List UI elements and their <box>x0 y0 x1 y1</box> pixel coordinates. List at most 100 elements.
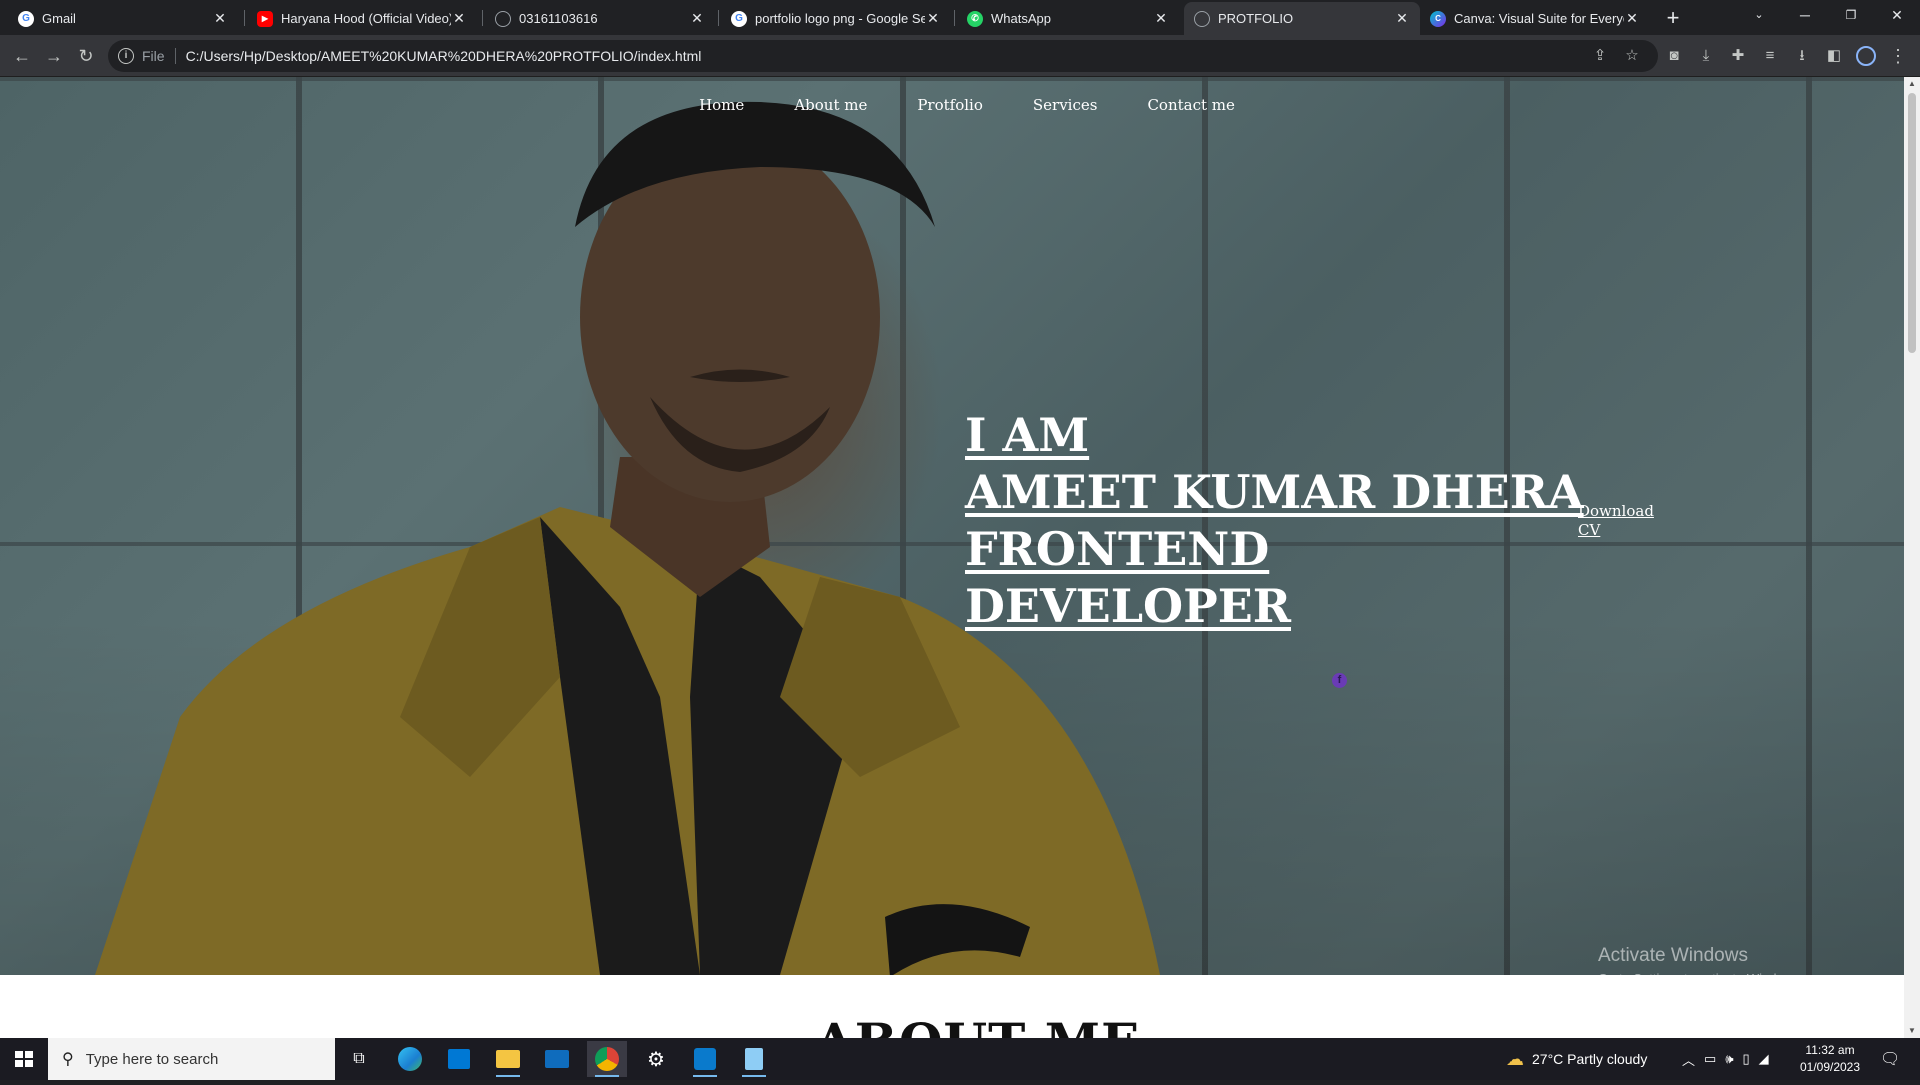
close-icon[interactable]: ✕ <box>1153 10 1169 27</box>
address-scheme: File <box>142 48 176 64</box>
media-control-icon[interactable]: ≡ <box>1756 42 1784 70</box>
headline-line-1: I AM <box>965 408 1090 462</box>
tab-title: WhatsApp <box>991 11 1051 26</box>
clock-time: 11:32 am <box>1805 1043 1855 1057</box>
nav-home[interactable]: Home <box>699 96 744 114</box>
weather-cloud-icon: ☁ <box>1506 1048 1524 1069</box>
tab-whatsapp[interactable]: ✆ WhatsApp ✕ <box>957 2 1179 35</box>
menu-icon[interactable]: ⋮ <box>1884 42 1912 70</box>
weather-text: 27°C Partly cloudy <box>1532 1051 1648 1067</box>
settings-icon[interactable]: ⚙ <box>636 1041 676 1077</box>
new-tab-button[interactable]: + <box>1659 5 1687 33</box>
store-icon[interactable] <box>439 1041 479 1077</box>
task-view-icon[interactable]: ⧉ <box>339 1041 379 1077</box>
battery-icon[interactable]: ▯ <box>1743 1051 1750 1067</box>
tab-title: portfolio logo png - Google Sea <box>755 11 925 26</box>
tab-portfolio[interactable]: PROTFOLIO ✕ <box>1184 2 1420 35</box>
close-icon[interactable]: ✕ <box>1394 10 1410 27</box>
tab-strip: G Gmail ✕ ▶ Haryana Hood (Official Video… <box>0 0 1920 35</box>
downloads-icon[interactable]: ⭳ <box>1788 42 1816 70</box>
restore-button[interactable]: ❐ <box>1828 0 1874 32</box>
tray-chevron-icon[interactable]: ︿ <box>1682 1050 1695 1069</box>
download-cv-link[interactable]: Download CV <box>1578 502 1658 540</box>
search-icon: ⚲ <box>62 1051 74 1068</box>
tab-number[interactable]: 03161103616 ✕ <box>485 2 715 35</box>
close-icon[interactable]: ✕ <box>451 10 467 27</box>
google-icon: G <box>18 10 34 27</box>
close-icon[interactable]: ✕ <box>925 10 941 27</box>
extensions-icon[interactable]: ✚ <box>1724 42 1752 70</box>
canva-icon: C <box>1430 10 1446 27</box>
nav-about[interactable]: About me <box>794 96 867 114</box>
tab-search-icon[interactable]: ⌄ <box>1736 0 1782 32</box>
tab-title: Haryana Hood (Official Video) I <box>281 11 451 26</box>
google-icon: G <box>731 10 747 27</box>
browser-toolbar: ← → ↻ i File C:/Users/Hp/Desktop/AMEET%2… <box>0 35 1920 77</box>
file-explorer-icon[interactable] <box>488 1041 528 1077</box>
close-icon[interactable]: ✕ <box>212 10 228 27</box>
main-nav: Home About me Protfolio Services Contact… <box>0 77 1904 133</box>
watermark-subtitle: Go to Settings to activate Windows. <box>1598 971 1804 986</box>
globe-icon <box>495 10 511 27</box>
back-button[interactable]: ← <box>8 42 36 70</box>
tab-google-search[interactable]: G portfolio logo png - Google Sea ✕ <box>721 2 951 35</box>
info-icon[interactable]: i <box>118 48 134 64</box>
weather-widget[interactable]: ☁ 27°C Partly cloudy <box>1506 1038 1647 1080</box>
windows-logo-icon <box>15 1051 33 1067</box>
whatsapp-icon: ✆ <box>967 10 983 27</box>
vscode-icon[interactable] <box>685 1041 725 1077</box>
about-heading: ABOUT ME <box>815 1012 1140 1038</box>
youtube-icon: ▶ <box>257 10 273 27</box>
notification-icon[interactable]: 🗨 <box>1880 1038 1900 1080</box>
taskbar-search[interactable]: ⚲ Type here to search <box>48 1038 335 1080</box>
address-bar[interactable]: i File C:/Users/Hp/Desktop/AMEET%20KUMAR… <box>108 40 1658 72</box>
globe-icon <box>1194 10 1210 27</box>
nav-services[interactable]: Services <box>1033 96 1098 114</box>
close-window-button[interactable]: ✕ <box>1874 0 1920 32</box>
volume-icon[interactable]: 🕪 <box>1725 1051 1733 1067</box>
reload-button[interactable]: ↻ <box>72 42 100 70</box>
taskbar-clock[interactable]: 11:32 am 01/09/2023 <box>1795 1042 1865 1076</box>
tab-canva[interactable]: C Canva: Visual Suite for Everyone ✕ <box>1420 2 1650 35</box>
headline-line-4: DEVELOPER <box>965 579 1291 633</box>
notepad-icon[interactable] <box>734 1041 774 1077</box>
close-icon[interactable]: ✕ <box>1624 10 1640 27</box>
tab-title: 03161103616 <box>519 11 598 26</box>
camera-icon[interactable]: ◙ <box>1660 42 1688 70</box>
forward-button[interactable]: → <box>40 42 68 70</box>
profile-avatar[interactable] <box>1852 42 1880 70</box>
minimize-button[interactable]: ─ <box>1782 0 1828 32</box>
system-tray: ︿ ▭ 🕪 ▯ ◢ <box>1682 1038 1769 1080</box>
scrollbar-thumb[interactable] <box>1908 93 1916 353</box>
network-icon[interactable]: ◢ <box>1759 1051 1769 1067</box>
tab-gmail[interactable]: G Gmail ✕ <box>8 2 238 35</box>
hero-section: Home About me Protfolio Services Contact… <box>0 77 1904 975</box>
page-scrollbar[interactable]: ▲ ▼ <box>1904 77 1920 1038</box>
page-viewport: Home About me Protfolio Services Contact… <box>0 77 1904 1038</box>
headline-line-3: FRONTEND <box>965 522 1270 576</box>
start-button[interactable] <box>0 1038 48 1080</box>
scroll-up-arrow[interactable]: ▲ <box>1904 77 1920 91</box>
side-panel-icon[interactable]: ◧ <box>1820 42 1848 70</box>
scroll-down-arrow[interactable]: ▼ <box>1904 1024 1920 1038</box>
nav-contact[interactable]: Contact me <box>1147 96 1234 114</box>
download-icon[interactable]: ⤓ <box>1692 42 1720 70</box>
bookmark-star-icon[interactable]: ☆ <box>1622 46 1642 66</box>
chrome-icon[interactable] <box>587 1041 627 1077</box>
close-icon[interactable]: ✕ <box>689 10 705 27</box>
tab-title: PROTFOLIO <box>1218 11 1294 26</box>
nav-portfolio[interactable]: Protfolio <box>917 96 983 114</box>
tab-title: Gmail <box>42 11 76 26</box>
search-placeholder: Type here to search <box>85 1050 219 1068</box>
tab-youtube[interactable]: ▶ Haryana Hood (Official Video) I ✕ <box>247 2 477 35</box>
hero-headline[interactable]: I AM AMEET KUMAR DHERA FRONTEND DEVELOPE… <box>965 407 1584 635</box>
share-icon[interactable]: ⇪ <box>1590 46 1610 66</box>
tray-device-icon[interactable]: ▭ <box>1704 1051 1716 1067</box>
mail-icon[interactable] <box>537 1041 577 1077</box>
facebook-icon[interactable]: f <box>1332 673 1347 688</box>
address-url[interactable]: C:/Users/Hp/Desktop/AMEET%20KUMAR%20DHER… <box>186 48 702 64</box>
headline-line-2: AMEET KUMAR DHERA <box>965 465 1584 519</box>
edge-icon[interactable] <box>390 1041 430 1077</box>
tab-title: Canva: Visual Suite for Everyone <box>1454 11 1624 26</box>
activate-windows-watermark: Activate Windows Go to Settings to activ… <box>1598 945 1803 986</box>
